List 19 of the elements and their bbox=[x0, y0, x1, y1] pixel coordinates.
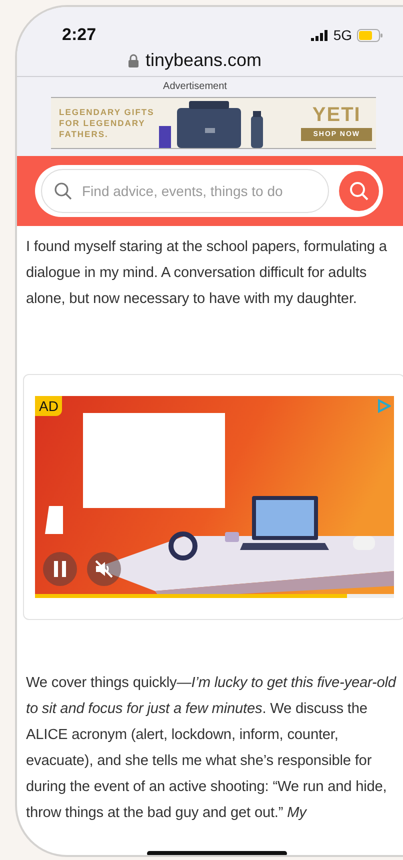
signal-icon bbox=[311, 30, 328, 40]
battery-icon bbox=[357, 28, 383, 42]
muted-speaker-icon bbox=[94, 559, 114, 579]
brand-logo: YETI bbox=[312, 105, 361, 125]
article-paragraph: I found myself staring at the school papers, formulating a dialogue in my mind. A conversation difficult for adults alone, but now necessary to have with my daughter. bbox=[26, 238, 388, 309]
advertisement-label: Advertisement bbox=[162, 81, 228, 92]
search-field[interactable]: Find advice, events, things to do bbox=[41, 169, 329, 213]
network-type: 5G bbox=[333, 27, 352, 43]
ad-headline: LEGENDARY GIFTS FOR LEGENDARY FATHERS. bbox=[59, 106, 155, 140]
pause-button[interactable] bbox=[43, 552, 77, 586]
ad-badge: AD bbox=[35, 396, 62, 416]
search-icon bbox=[349, 181, 369, 201]
clock-time: 2:27 bbox=[62, 25, 98, 45]
pause-icon bbox=[53, 561, 67, 577]
lock-icon bbox=[128, 54, 140, 68]
address-bar-url[interactable]: tinybeans.com bbox=[145, 50, 262, 71]
article-paragraph: We cover things quickly—I’m lucky to get this five-year-old to sit and focus for just a few minutes. We discuss the ALICE acronym (alert, lockdown, inform, counter, evacuate), and she tells me what she’s responsible for during the event of an active shooting: “We run and hide, throw things at the bad guy and get out.” My bbox=[26, 674, 398, 823]
search-button[interactable] bbox=[339, 171, 379, 211]
mute-button[interactable] bbox=[87, 552, 121, 586]
